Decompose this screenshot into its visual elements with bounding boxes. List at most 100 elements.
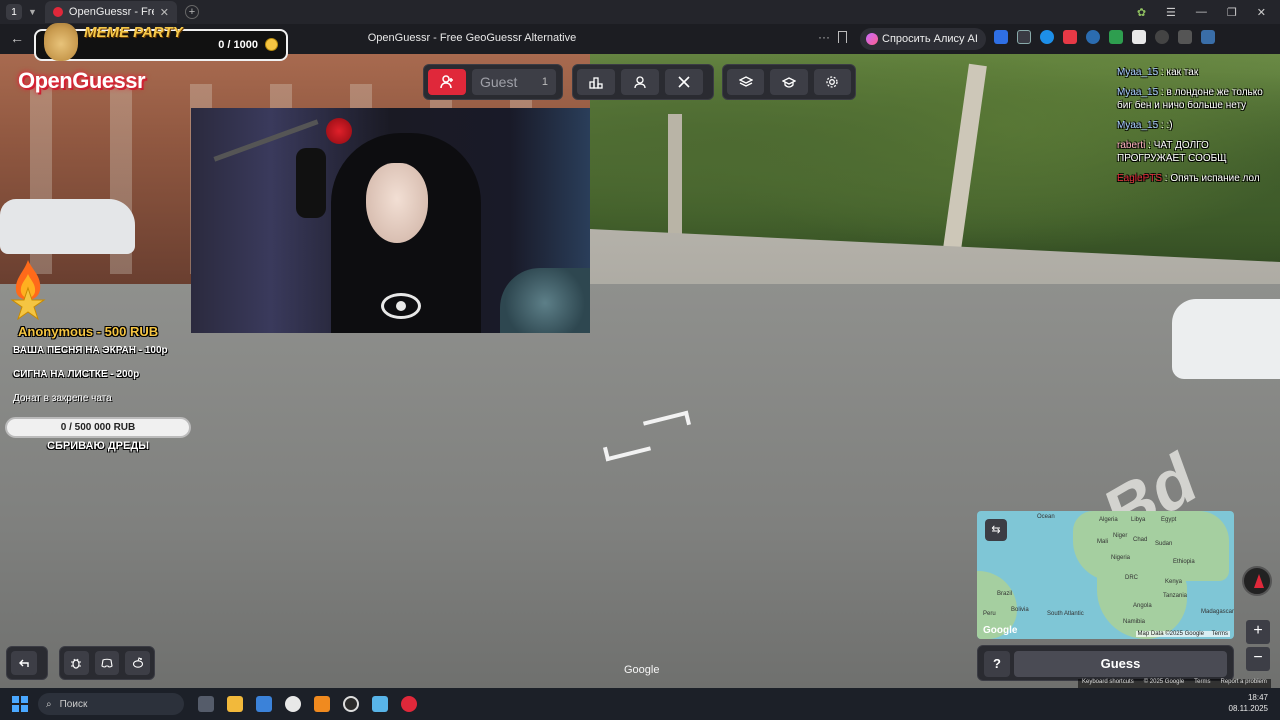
chat-username: EaglePTS xyxy=(1117,173,1163,184)
notepad-icon[interactable] xyxy=(372,696,388,712)
donation-goal-text: 0 / 500 000 RUB xyxy=(60,422,136,433)
close-window-button[interactable]: ✕ xyxy=(1257,6,1266,19)
add-player-button[interactable] xyxy=(428,69,466,95)
shirt-eye-graphic xyxy=(381,293,421,319)
extension-icon[interactable]: ✿ xyxy=(1137,6,1146,19)
tab-title: OpenGuessr - Free Geo xyxy=(68,6,154,18)
report-bug-button[interactable] xyxy=(64,651,89,675)
map-label: Nigeria xyxy=(1111,555,1131,561)
discord-icon xyxy=(101,658,113,668)
chevron-down-icon[interactable]: ▼ xyxy=(28,7,37,17)
multiplayer-button[interactable] xyxy=(621,69,659,95)
map-label: Madagascar xyxy=(1201,609,1234,615)
footer-link[interactable]: Terms xyxy=(1194,679,1210,688)
browser-tab-bar: 1 ▼ OpenGuessr - Free Geo ✕ + ✿ ☰ — ❐ ✕ xyxy=(0,0,1280,24)
taskbar-search[interactable]: ⌕ Поиск xyxy=(38,693,184,715)
map-label: Mali xyxy=(1097,539,1109,545)
compass-icon[interactable] xyxy=(1242,566,1272,596)
minimize-button[interactable]: — xyxy=(1196,6,1207,18)
settings-button[interactable] xyxy=(813,69,851,95)
group-icon xyxy=(634,76,646,89)
return-button[interactable] xyxy=(11,651,37,675)
guess-map[interactable]: Ocean Algeria Libya Egypt Mali Niger Chad Sudan… xyxy=(977,511,1234,639)
chat-message: EaglePTS : Опять испание лол xyxy=(1117,172,1277,185)
bookmark-icon[interactable] xyxy=(838,31,847,43)
windows-start-icon[interactable] xyxy=(12,696,28,712)
extension-blue-icon[interactable] xyxy=(1040,30,1054,44)
translate-icon[interactable] xyxy=(994,30,1008,44)
guess-controls: ? Guess xyxy=(977,645,1234,681)
chat-text: : как так xyxy=(1158,67,1199,78)
guess-button[interactable]: Guess xyxy=(1014,651,1227,677)
downloads-icon[interactable] xyxy=(1201,30,1215,44)
donation-goal-bar: 0 / 500 000 RUB xyxy=(5,417,191,438)
chat-username: Myaa_15 xyxy=(1117,67,1159,78)
taskbar-clock[interactable]: 18:47 08.11.2025 xyxy=(1229,692,1268,714)
tab-count-badge[interactable]: 1 xyxy=(6,4,22,20)
footer-link[interactable]: Report a problem xyxy=(1221,679,1267,688)
extension-vk-icon[interactable] xyxy=(1063,30,1077,44)
maps-button[interactable] xyxy=(727,69,765,95)
chat-message: Myaa_15 : :) xyxy=(1117,119,1277,132)
file-explorer-icon[interactable] xyxy=(227,696,243,712)
map-terms-link[interactable]: Terms xyxy=(1212,631,1228,637)
microphone xyxy=(296,148,326,218)
footer-link[interactable]: Keyboard shortcuts xyxy=(1082,679,1134,688)
shield-app-icon[interactable] xyxy=(314,696,330,712)
coin-icon xyxy=(265,38,278,51)
map-label: Libya xyxy=(1131,517,1146,523)
stream-chat: Myaa_15 : как так Myaa_15 : в лондоне же … xyxy=(1117,66,1277,192)
screen: 1 ▼ OpenGuessr - Free Geo ✕ + ✿ ☰ — ❐ ✕ … xyxy=(0,0,1280,720)
reddit-button[interactable] xyxy=(125,651,151,675)
crossed-swords-icon xyxy=(678,76,690,88)
community-controls xyxy=(59,646,155,680)
obs-icon[interactable] xyxy=(343,696,359,712)
extension-round-icon[interactable] xyxy=(1086,30,1100,44)
youtube-icon[interactable] xyxy=(401,696,417,712)
extension-green-icon[interactable] xyxy=(1109,30,1123,44)
taskbar-search-placeholder: Поиск xyxy=(59,698,88,710)
chat-message: Myaa_15 : как так xyxy=(1117,66,1277,79)
help-button[interactable]: ? xyxy=(984,651,1010,677)
zoom-out-button[interactable]: − xyxy=(1246,647,1270,671)
map-label: Chad xyxy=(1133,537,1148,543)
extension-puzzle-icon[interactable] xyxy=(1178,30,1192,44)
close-icon[interactable]: ✕ xyxy=(160,6,169,19)
education-button[interactable] xyxy=(770,69,808,95)
map-label: Ethiopia xyxy=(1173,559,1195,565)
extension-b-icon[interactable] xyxy=(1132,30,1146,44)
streamer-webcam xyxy=(191,108,590,333)
guest-display[interactable]: Guest 1 xyxy=(472,69,556,95)
map-filter-button[interactable]: ⇆ xyxy=(985,519,1007,541)
browser-tab[interactable]: OpenGuessr - Free Geo ✕ xyxy=(44,1,177,23)
battle-button[interactable] xyxy=(665,69,703,95)
more-options-button[interactable]: ··· xyxy=(818,30,830,44)
menu-icon[interactable]: ☰ xyxy=(1166,6,1176,19)
zoom-in-button[interactable]: + xyxy=(1246,620,1270,644)
chat-text: : Опять испание лол xyxy=(1162,173,1260,184)
new-tab-button[interactable]: + xyxy=(184,5,199,19)
maximize-button[interactable]: ❐ xyxy=(1227,6,1237,19)
map-label: Tanzania xyxy=(1163,593,1188,599)
discord-button[interactable] xyxy=(94,651,120,675)
store-icon[interactable] xyxy=(256,696,272,712)
footer-link[interactable]: © 2025 Google xyxy=(1144,679,1184,688)
ask-alice-button[interactable]: Спросить Алису AI xyxy=(860,28,986,50)
settings-toolbar xyxy=(722,64,856,100)
map-label: Kenya xyxy=(1165,579,1183,585)
podium-icon xyxy=(589,77,603,89)
map-label: Brazil xyxy=(997,591,1013,597)
windows-taskbar: ⌕ Поиск 18:47 08.11.2025 xyxy=(0,688,1280,720)
openguessr-logo[interactable]: OpenGuessr xyxy=(18,68,146,94)
player-toolbar: Guest 1 xyxy=(423,64,563,100)
chat-message: raberti : ЧАТ ДОЛГО ПРОГРУЖАЕТ СООБЩ xyxy=(1117,139,1277,165)
yandex-browser-icon[interactable] xyxy=(285,696,301,712)
shield-icon[interactable] xyxy=(1017,30,1031,44)
add-user-icon xyxy=(440,75,453,89)
taskbar-apps xyxy=(198,696,417,712)
chat-message: Myaa_15 : в лондоне же только биг бен и … xyxy=(1117,86,1277,112)
play-icon[interactable] xyxy=(1155,30,1169,44)
map-label: Namibia xyxy=(1123,619,1146,625)
leaderboard-button[interactable] xyxy=(577,69,615,95)
task-view-icon[interactable] xyxy=(198,696,214,712)
